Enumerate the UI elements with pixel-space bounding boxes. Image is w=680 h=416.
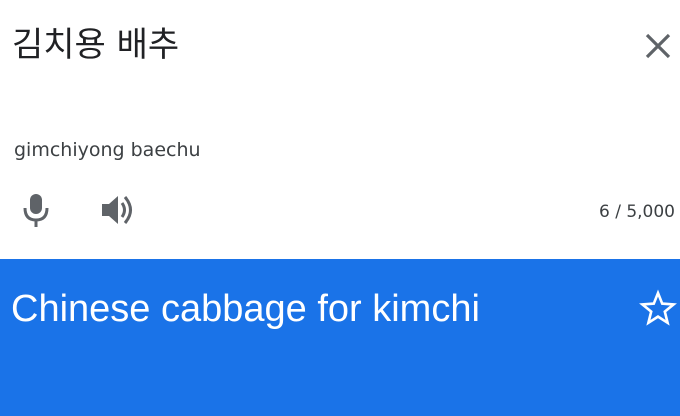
result-panel: Chinese cabbage for kimchi: [0, 259, 680, 416]
transliteration-text: gimchiyong baechu: [14, 139, 201, 161]
translate-page: 김치용 배추 gimchiyong baechu 6 / 5,000 Chine…: [0, 0, 680, 416]
save-translation-button[interactable]: [638, 289, 678, 329]
translation-result[interactable]: Chinese cabbage for kimchi: [11, 285, 480, 333]
close-icon: [645, 33, 671, 59]
character-count: 6 / 5,000: [598, 202, 675, 222]
star-outline-icon: [639, 289, 677, 326]
speaker-button[interactable]: [96, 188, 140, 232]
close-button[interactable]: [636, 24, 680, 68]
microphone-icon: [23, 194, 49, 227]
source-panel: 김치용 배추 gimchiyong baechu 6 / 5,000: [0, 0, 680, 259]
microphone-button[interactable]: [16, 188, 56, 232]
speaker-icon: [102, 196, 132, 224]
source-text[interactable]: 김치용 배추: [12, 22, 179, 68]
